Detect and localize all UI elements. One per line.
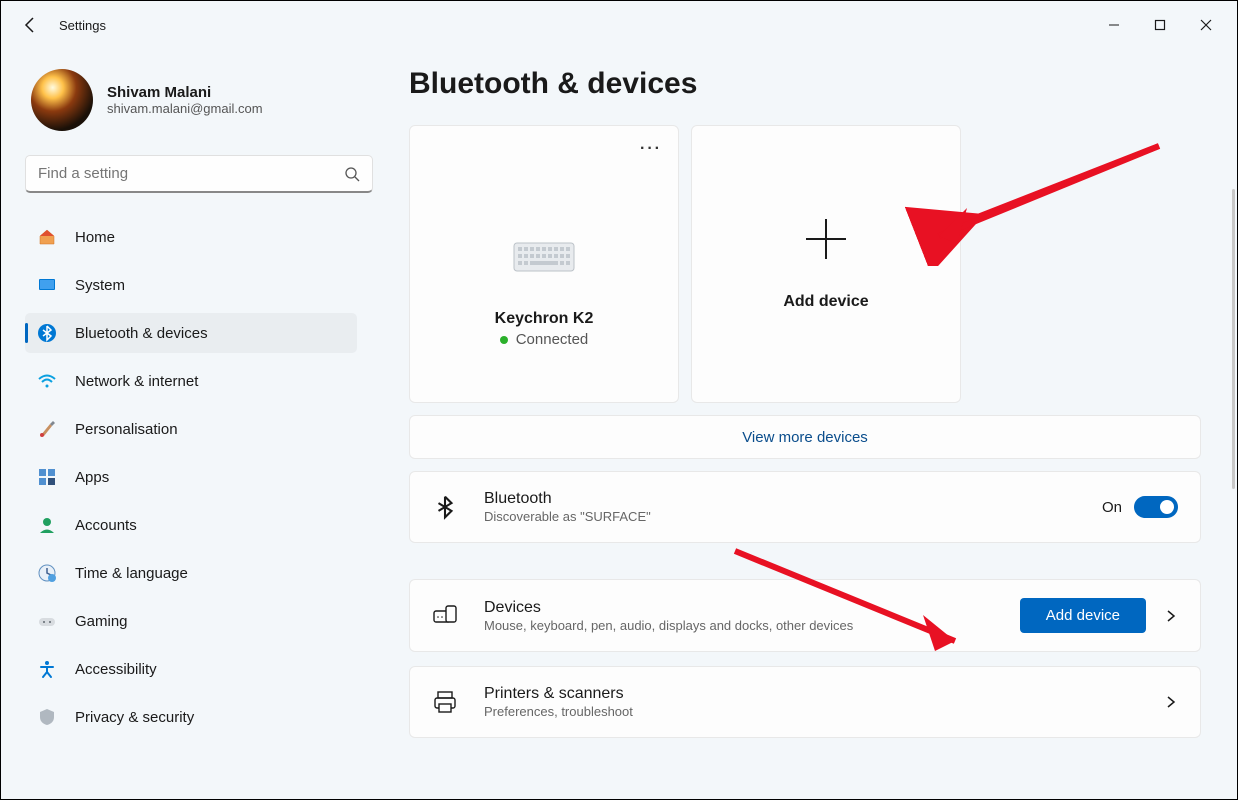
chevron-right-icon — [1164, 695, 1178, 709]
sidebar-item-bluetooth-devices[interactable]: Bluetooth & devices — [25, 313, 357, 353]
sidebar-item-label: Time & language — [75, 565, 188, 582]
window-controls — [1091, 9, 1229, 41]
sidebar-item-label: Network & internet — [75, 373, 198, 390]
close-button[interactable] — [1183, 9, 1229, 41]
bluetooth-title: Bluetooth — [484, 490, 1102, 508]
avatar — [31, 69, 93, 131]
profile[interactable]: Shivam Malani shivam.malani@gmail.com — [31, 69, 357, 131]
minimize-button[interactable] — [1091, 9, 1137, 41]
devices-title: Devices — [484, 599, 1020, 617]
bluetooth-icon — [37, 323, 57, 343]
sidebar-item-label: Privacy & security — [75, 709, 194, 726]
view-more-label: View more devices — [742, 429, 868, 446]
wifi-icon — [37, 371, 57, 391]
sidebar-item-accessibility[interactable]: Accessibility — [25, 649, 357, 689]
page-title: Bluetooth & devices — [409, 67, 1213, 101]
apps-icon — [37, 467, 57, 487]
device-name: Keychron K2 — [495, 310, 594, 328]
device-status: Connected — [500, 331, 589, 348]
device-status-text: Connected — [516, 331, 589, 348]
sidebar-item-apps[interactable]: Apps — [25, 457, 357, 497]
sidebar-item-personalisation[interactable]: Personalisation — [25, 409, 357, 449]
home-icon — [37, 227, 57, 247]
chevron-right-icon — [1164, 609, 1178, 623]
gamepad-icon — [37, 611, 57, 631]
search-input[interactable] — [38, 165, 344, 182]
sidebar-item-label: System — [75, 277, 125, 294]
titlebar-left: Settings — [21, 15, 106, 35]
printers-row[interactable]: Printers & scanners Preferences, trouble… — [409, 666, 1201, 738]
printer-icon — [432, 689, 458, 715]
clock-icon — [37, 563, 57, 583]
add-device-label: Add device — [783, 293, 868, 311]
view-more-devices[interactable]: View more devices — [409, 415, 1201, 459]
sidebar-item-gaming[interactable]: Gaming — [25, 601, 357, 641]
scrollbar[interactable] — [1232, 189, 1235, 489]
system-icon — [37, 275, 57, 295]
devices-subtitle: Mouse, keyboard, pen, audio, displays an… — [484, 618, 1020, 633]
brush-icon — [37, 419, 57, 439]
search-icon — [344, 166, 360, 182]
printers-title: Printers & scanners — [484, 685, 1164, 703]
sidebar-item-time-language[interactable]: Time & language — [25, 553, 357, 593]
status-dot-icon — [500, 336, 508, 344]
person-icon — [37, 515, 57, 535]
sidebar-item-label: Home — [75, 229, 115, 246]
accessibility-icon — [37, 659, 57, 679]
more-button[interactable]: ··· — [640, 140, 662, 158]
profile-email: shivam.malani@gmail.com — [107, 101, 263, 116]
titlebar: Settings — [1, 1, 1237, 49]
shield-icon — [37, 707, 57, 727]
add-device-button[interactable]: Add device — [1020, 598, 1146, 633]
back-button[interactable] — [21, 15, 41, 35]
keyboard-icon — [513, 242, 575, 272]
search-box[interactable] — [25, 155, 373, 193]
app-title: Settings — [59, 18, 106, 33]
add-device-tile[interactable]: Add device — [691, 125, 961, 403]
main-content: Bluetooth & devices ··· Keychron K2 Conn… — [373, 49, 1237, 799]
sidebar-item-label: Apps — [75, 469, 109, 486]
toggle-state-label: On — [1102, 499, 1122, 516]
devices-icon — [432, 603, 458, 629]
sidebar-item-label: Personalisation — [75, 421, 178, 438]
sidebar-item-network[interactable]: Network & internet — [25, 361, 357, 401]
sidebar-item-label: Accessibility — [75, 661, 157, 678]
sidebar-item-home[interactable]: Home — [25, 217, 357, 257]
bluetooth-icon — [432, 494, 458, 520]
sidebar-item-label: Accounts — [75, 517, 137, 534]
sidebar-item-label: Bluetooth & devices — [75, 325, 208, 342]
profile-name: Shivam Malani — [107, 84, 263, 101]
device-tile-keychron[interactable]: ··· Keychron K2 Connected — [409, 125, 679, 403]
devices-row[interactable]: Devices Mouse, keyboard, pen, audio, dis… — [409, 579, 1201, 652]
bluetooth-toggle[interactable] — [1134, 496, 1178, 518]
sidebar-item-label: Gaming — [75, 613, 128, 630]
sidebar-item-privacy[interactable]: Privacy & security — [25, 697, 357, 737]
printers-subtitle: Preferences, troubleshoot — [484, 704, 1164, 719]
sidebar: Shivam Malani shivam.malani@gmail.com Ho… — [1, 49, 373, 799]
sidebar-item-system[interactable]: System — [25, 265, 357, 305]
bluetooth-subtitle: Discoverable as "SURFACE" — [484, 509, 1102, 524]
bluetooth-toggle-row: Bluetooth Discoverable as "SURFACE" On — [409, 471, 1201, 543]
maximize-button[interactable] — [1137, 9, 1183, 41]
plus-icon — [804, 217, 848, 261]
sidebar-item-accounts[interactable]: Accounts — [25, 505, 357, 545]
